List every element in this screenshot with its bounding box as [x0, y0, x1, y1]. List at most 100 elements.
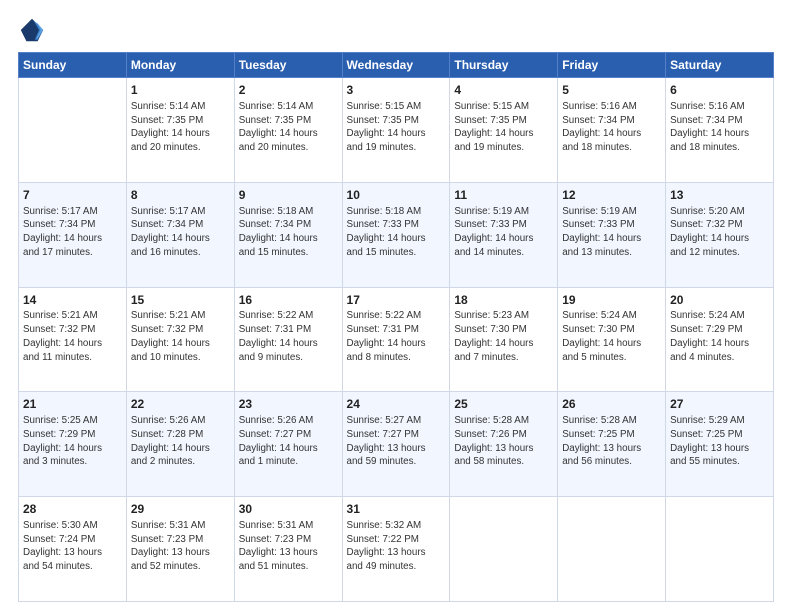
day-number: 20: [670, 292, 769, 309]
day-detail: Sunrise: 5:31 AM Sunset: 7:23 PM Dayligh…: [131, 519, 230, 574]
day-cell: 14Sunrise: 5:21 AM Sunset: 7:32 PM Dayli…: [19, 287, 127, 392]
day-detail: Sunrise: 5:14 AM Sunset: 7:35 PM Dayligh…: [239, 100, 338, 155]
day-detail: Sunrise: 5:24 AM Sunset: 7:30 PM Dayligh…: [562, 309, 661, 364]
col-header-friday: Friday: [558, 53, 666, 78]
day-detail: Sunrise: 5:23 AM Sunset: 7:30 PM Dayligh…: [454, 309, 553, 364]
week-row-4: 28Sunrise: 5:30 AM Sunset: 7:24 PM Dayli…: [19, 497, 774, 602]
day-number: 21: [23, 396, 122, 413]
day-cell: 19Sunrise: 5:24 AM Sunset: 7:30 PM Dayli…: [558, 287, 666, 392]
day-cell: 13Sunrise: 5:20 AM Sunset: 7:32 PM Dayli…: [666, 182, 774, 287]
week-row-3: 21Sunrise: 5:25 AM Sunset: 7:29 PM Dayli…: [19, 392, 774, 497]
day-cell: 20Sunrise: 5:24 AM Sunset: 7:29 PM Dayli…: [666, 287, 774, 392]
logo: [18, 16, 48, 44]
day-number: 11: [454, 187, 553, 204]
day-cell: [558, 497, 666, 602]
day-number: 10: [347, 187, 446, 204]
calendar-table: SundayMondayTuesdayWednesdayThursdayFrid…: [18, 52, 774, 602]
day-cell: 30Sunrise: 5:31 AM Sunset: 7:23 PM Dayli…: [234, 497, 342, 602]
day-cell: 2Sunrise: 5:14 AM Sunset: 7:35 PM Daylig…: [234, 78, 342, 183]
day-number: 1: [131, 82, 230, 99]
day-detail: Sunrise: 5:16 AM Sunset: 7:34 PM Dayligh…: [562, 100, 661, 155]
day-number: 3: [347, 82, 446, 99]
day-detail: Sunrise: 5:17 AM Sunset: 7:34 PM Dayligh…: [23, 205, 122, 260]
day-number: 27: [670, 396, 769, 413]
day-number: 30: [239, 501, 338, 518]
day-number: 24: [347, 396, 446, 413]
day-cell: 17Sunrise: 5:22 AM Sunset: 7:31 PM Dayli…: [342, 287, 450, 392]
day-number: 7: [23, 187, 122, 204]
week-row-0: 1Sunrise: 5:14 AM Sunset: 7:35 PM Daylig…: [19, 78, 774, 183]
day-number: 26: [562, 396, 661, 413]
day-number: 23: [239, 396, 338, 413]
day-number: 4: [454, 82, 553, 99]
day-cell: 25Sunrise: 5:28 AM Sunset: 7:26 PM Dayli…: [450, 392, 558, 497]
day-number: 29: [131, 501, 230, 518]
day-cell: [19, 78, 127, 183]
day-number: 8: [131, 187, 230, 204]
day-cell: 26Sunrise: 5:28 AM Sunset: 7:25 PM Dayli…: [558, 392, 666, 497]
day-number: 15: [131, 292, 230, 309]
day-detail: Sunrise: 5:22 AM Sunset: 7:31 PM Dayligh…: [347, 309, 446, 364]
day-detail: Sunrise: 5:28 AM Sunset: 7:25 PM Dayligh…: [562, 414, 661, 469]
day-number: 17: [347, 292, 446, 309]
day-number: 25: [454, 396, 553, 413]
day-cell: 15Sunrise: 5:21 AM Sunset: 7:32 PM Dayli…: [126, 287, 234, 392]
day-cell: 12Sunrise: 5:19 AM Sunset: 7:33 PM Dayli…: [558, 182, 666, 287]
day-detail: Sunrise: 5:30 AM Sunset: 7:24 PM Dayligh…: [23, 519, 122, 574]
day-number: 14: [23, 292, 122, 309]
day-detail: Sunrise: 5:32 AM Sunset: 7:22 PM Dayligh…: [347, 519, 446, 574]
col-header-monday: Monday: [126, 53, 234, 78]
day-detail: Sunrise: 5:15 AM Sunset: 7:35 PM Dayligh…: [347, 100, 446, 155]
day-number: 19: [562, 292, 661, 309]
day-detail: Sunrise: 5:29 AM Sunset: 7:25 PM Dayligh…: [670, 414, 769, 469]
day-cell: 5Sunrise: 5:16 AM Sunset: 7:34 PM Daylig…: [558, 78, 666, 183]
day-cell: 31Sunrise: 5:32 AM Sunset: 7:22 PM Dayli…: [342, 497, 450, 602]
day-cell: 9Sunrise: 5:18 AM Sunset: 7:34 PM Daylig…: [234, 182, 342, 287]
day-cell: 4Sunrise: 5:15 AM Sunset: 7:35 PM Daylig…: [450, 78, 558, 183]
day-cell: 10Sunrise: 5:18 AM Sunset: 7:33 PM Dayli…: [342, 182, 450, 287]
day-detail: Sunrise: 5:19 AM Sunset: 7:33 PM Dayligh…: [454, 205, 553, 260]
week-row-2: 14Sunrise: 5:21 AM Sunset: 7:32 PM Dayli…: [19, 287, 774, 392]
day-cell: 18Sunrise: 5:23 AM Sunset: 7:30 PM Dayli…: [450, 287, 558, 392]
day-detail: Sunrise: 5:31 AM Sunset: 7:23 PM Dayligh…: [239, 519, 338, 574]
day-detail: Sunrise: 5:25 AM Sunset: 7:29 PM Dayligh…: [23, 414, 122, 469]
day-detail: Sunrise: 5:21 AM Sunset: 7:32 PM Dayligh…: [23, 309, 122, 364]
day-cell: 16Sunrise: 5:22 AM Sunset: 7:31 PM Dayli…: [234, 287, 342, 392]
day-number: 22: [131, 396, 230, 413]
day-number: 16: [239, 292, 338, 309]
day-cell: [666, 497, 774, 602]
day-cell: 29Sunrise: 5:31 AM Sunset: 7:23 PM Dayli…: [126, 497, 234, 602]
col-header-sunday: Sunday: [19, 53, 127, 78]
day-cell: 6Sunrise: 5:16 AM Sunset: 7:34 PM Daylig…: [666, 78, 774, 183]
logo-icon: [18, 16, 46, 44]
day-number: 18: [454, 292, 553, 309]
day-detail: Sunrise: 5:15 AM Sunset: 7:35 PM Dayligh…: [454, 100, 553, 155]
day-cell: 28Sunrise: 5:30 AM Sunset: 7:24 PM Dayli…: [19, 497, 127, 602]
day-number: 31: [347, 501, 446, 518]
day-number: 13: [670, 187, 769, 204]
day-number: 6: [670, 82, 769, 99]
day-detail: Sunrise: 5:20 AM Sunset: 7:32 PM Dayligh…: [670, 205, 769, 260]
day-detail: Sunrise: 5:26 AM Sunset: 7:27 PM Dayligh…: [239, 414, 338, 469]
day-number: 28: [23, 501, 122, 518]
day-detail: Sunrise: 5:18 AM Sunset: 7:34 PM Dayligh…: [239, 205, 338, 260]
day-cell: 1Sunrise: 5:14 AM Sunset: 7:35 PM Daylig…: [126, 78, 234, 183]
day-cell: 22Sunrise: 5:26 AM Sunset: 7:28 PM Dayli…: [126, 392, 234, 497]
col-header-saturday: Saturday: [666, 53, 774, 78]
day-detail: Sunrise: 5:22 AM Sunset: 7:31 PM Dayligh…: [239, 309, 338, 364]
day-cell: 7Sunrise: 5:17 AM Sunset: 7:34 PM Daylig…: [19, 182, 127, 287]
day-number: 12: [562, 187, 661, 204]
day-detail: Sunrise: 5:26 AM Sunset: 7:28 PM Dayligh…: [131, 414, 230, 469]
day-detail: Sunrise: 5:17 AM Sunset: 7:34 PM Dayligh…: [131, 205, 230, 260]
day-cell: 24Sunrise: 5:27 AM Sunset: 7:27 PM Dayli…: [342, 392, 450, 497]
day-number: 9: [239, 187, 338, 204]
day-cell: 21Sunrise: 5:25 AM Sunset: 7:29 PM Dayli…: [19, 392, 127, 497]
header-row: SundayMondayTuesdayWednesdayThursdayFrid…: [19, 53, 774, 78]
page: SundayMondayTuesdayWednesdayThursdayFrid…: [0, 0, 792, 612]
day-cell: 23Sunrise: 5:26 AM Sunset: 7:27 PM Dayli…: [234, 392, 342, 497]
day-detail: Sunrise: 5:14 AM Sunset: 7:35 PM Dayligh…: [131, 100, 230, 155]
day-detail: Sunrise: 5:28 AM Sunset: 7:26 PM Dayligh…: [454, 414, 553, 469]
day-detail: Sunrise: 5:21 AM Sunset: 7:32 PM Dayligh…: [131, 309, 230, 364]
day-cell: 3Sunrise: 5:15 AM Sunset: 7:35 PM Daylig…: [342, 78, 450, 183]
header: [18, 16, 774, 44]
